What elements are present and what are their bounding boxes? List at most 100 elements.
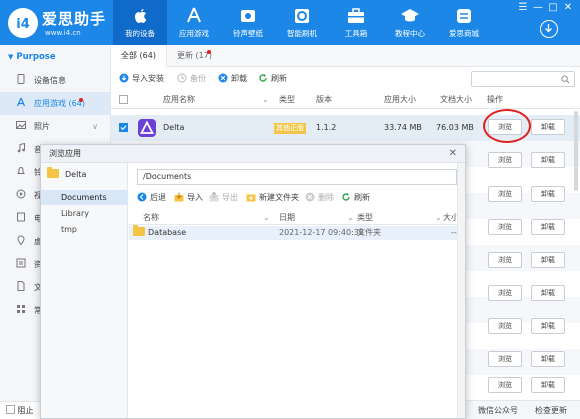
- file-name: Database: [148, 228, 187, 237]
- dialog-title: 浏览应用: [49, 149, 81, 158]
- back-button[interactable]: 后退: [137, 192, 166, 204]
- browse-button[interactable]: 浏览: [488, 351, 522, 367]
- column-version[interactable]: 版本: [316, 91, 332, 109]
- dialog-scrollbar[interactable]: [457, 163, 465, 418]
- uninstall-app-button[interactable]: 卸载: [531, 219, 565, 235]
- tree-item-documents[interactable]: Documents: [41, 190, 128, 205]
- browse-button[interactable]: 浏览: [488, 377, 522, 393]
- check-update-link[interactable]: 检查更新: [535, 401, 567, 419]
- nav-i4-store[interactable]: 爱思商城: [437, 0, 491, 45]
- column-date[interactable]: 日期: [279, 211, 295, 225]
- nav-tutorials[interactable]: 教程中心: [383, 0, 437, 45]
- menu-icon[interactable]: ☰: [517, 2, 529, 13]
- search-icon: [561, 75, 570, 84]
- select-all-checkbox[interactable]: [119, 95, 128, 104]
- tab-all[interactable]: 全部 (64): [111, 45, 167, 67]
- uninstall-button[interactable]: 卸载: [218, 73, 247, 85]
- browse-button[interactable]: 浏览: [488, 318, 522, 334]
- file-row[interactable]: Database 2021-12-17 09:40:38 文件夹 --: [129, 225, 465, 240]
- file-date: 2021-12-17 09:40:38: [279, 228, 364, 237]
- app-type: 其他正版: [274, 115, 306, 141]
- delete-icon: [305, 192, 315, 202]
- refresh-button[interactable]: 刷新: [258, 73, 287, 85]
- column-app-size[interactable]: 应用大小: [384, 91, 416, 109]
- column-doc-size[interactable]: 文档大小: [440, 91, 472, 109]
- nav-my-device[interactable]: 我的设备: [113, 0, 167, 45]
- scrollbar[interactable]: [574, 111, 578, 191]
- uninstall-app-button[interactable]: 卸载: [531, 186, 565, 202]
- uninstall-app-button[interactable]: 卸载: [531, 152, 565, 168]
- backup-button[interactable]: 备份: [177, 73, 206, 85]
- sort-icon: ⌄: [262, 95, 269, 104]
- browse-app-dialog: 浏览应用 ✕ Delta Documents Library tmp /Docu…: [40, 144, 466, 419]
- uninstall-app-button[interactable]: 卸载: [531, 318, 565, 334]
- notification-dot: [207, 50, 211, 54]
- notification-dot: [79, 98, 83, 102]
- trash-icon: [218, 73, 228, 83]
- uninstall-app-button[interactable]: 卸载: [531, 377, 565, 393]
- app-table-header: 应用名称 ⌄ 类型 版本 应用大小 文档大小 操作: [111, 91, 580, 109]
- new-folder-button[interactable]: 新建文件夹: [246, 192, 299, 204]
- install-button[interactable]: 导入安装: [119, 73, 164, 85]
- sidebar-item-apps-games[interactable]: 应用游戏 (64): [0, 92, 110, 115]
- toolbox-icon: [348, 8, 364, 23]
- download-icon[interactable]: [540, 20, 558, 38]
- uninstall-app-button[interactable]: 卸载: [531, 351, 565, 367]
- sidebar-bottom-label: 阻止: [17, 406, 34, 415]
- import-button[interactable]: 导入: [174, 192, 203, 204]
- minimize-icon[interactable]: —: [532, 2, 544, 13]
- folder-icon: [47, 167, 59, 178]
- book-icon: [17, 212, 25, 222]
- nav-toolbox[interactable]: 工具箱: [329, 0, 383, 45]
- uninstall-app-button[interactable]: 卸载: [531, 119, 565, 135]
- column-type[interactable]: 类型: [357, 211, 373, 225]
- install-icon: [119, 73, 129, 83]
- caret-down-icon: ▼: [8, 53, 14, 61]
- dialog-title-bar[interactable]: 浏览应用 ✕: [41, 145, 465, 163]
- dialog-refresh-button[interactable]: 刷新: [341, 192, 370, 204]
- uninstall-app-button[interactable]: 卸载: [531, 252, 565, 268]
- column-file-name[interactable]: 名称: [143, 211, 159, 225]
- nav-smart-flash[interactable]: 智能刷机: [275, 0, 329, 45]
- doc-size: 76.03 MB: [436, 123, 474, 132]
- browse-button[interactable]: 浏览: [488, 219, 522, 235]
- tree-item-tmp[interactable]: tmp: [41, 222, 128, 237]
- back-icon: [137, 192, 147, 202]
- browse-button[interactable]: 浏览: [488, 285, 522, 301]
- dialog-close-icon[interactable]: ✕: [449, 145, 457, 163]
- maximize-icon[interactable]: □: [547, 2, 559, 13]
- sidebar-device-header[interactable]: ▼ Purpose: [0, 45, 110, 69]
- sidebar-item-device-info[interactable]: 设备信息: [0, 69, 110, 92]
- app-logo-url: www.i4.cn: [45, 29, 81, 37]
- row-checkbox[interactable]: [119, 123, 128, 132]
- search-input[interactable]: [471, 71, 575, 87]
- tree-item-library[interactable]: Library: [41, 206, 128, 221]
- uninstall-app-button[interactable]: 卸载: [531, 285, 565, 301]
- export-icon: [209, 192, 219, 202]
- browse-button[interactable]: 浏览: [488, 152, 522, 168]
- delete-button[interactable]: 删除: [305, 192, 334, 204]
- contacts-icon: [16, 258, 26, 268]
- sidebar-item-label: 设备信息: [34, 76, 66, 85]
- export-button[interactable]: 导出: [209, 192, 238, 204]
- wechat-link[interactable]: 微信公众号: [478, 401, 518, 419]
- column-name[interactable]: 应用名称: [163, 91, 195, 109]
- tab-updates[interactable]: 更新 (17): [167, 45, 222, 67]
- sidebar-item-photos[interactable]: 照片 ∨: [0, 115, 110, 138]
- nav-apps-games[interactable]: 应用游戏: [167, 0, 221, 45]
- browse-button[interactable]: 浏览: [488, 252, 522, 268]
- app-logo-title: 爱思助手: [42, 10, 107, 28]
- refresh-icon: [259, 74, 267, 82]
- flash-icon: [295, 9, 309, 23]
- nav-ringtones-wallpapers[interactable]: 铃声壁纸: [221, 0, 275, 45]
- top-navigation-bar: i4 爱思助手 www.i4.cn 我的设备 应用游戏 铃声壁纸 智能刷机 工具…: [0, 0, 580, 45]
- browse-button[interactable]: 浏览: [488, 186, 522, 202]
- close-icon[interactable]: ✕: [562, 2, 574, 13]
- checkbox[interactable]: [6, 405, 15, 414]
- path-field[interactable]: /Documents: [137, 169, 457, 185]
- column-type[interactable]: 类型: [279, 91, 295, 109]
- nav-label: 我的设备: [125, 29, 155, 38]
- sort-icon: ⌄: [263, 213, 270, 222]
- ringtone-icon: [241, 10, 255, 22]
- tree-app-root[interactable]: Delta: [47, 167, 86, 182]
